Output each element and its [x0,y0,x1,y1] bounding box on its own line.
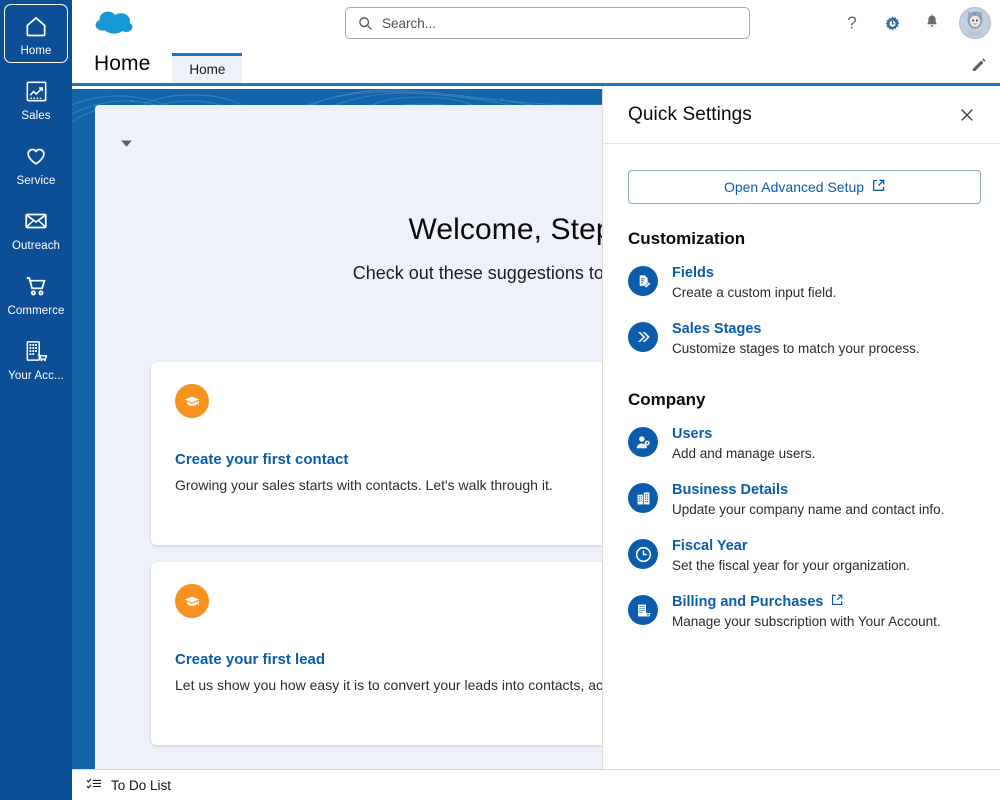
chart-trend-icon [22,77,50,105]
item-description: Update your company name and contact inf… [672,502,944,517]
shopping-cart-icon [22,272,50,300]
item-title: Fiscal Year [672,538,910,554]
quick-settings-body: Open Advanced Setup Customization [603,144,1000,638]
sidebar-item-home[interactable]: Home [4,4,68,63]
app-name: Home [94,52,150,76]
item-title: Business Details [672,482,944,498]
sidebar-item-label: Commerce [7,305,64,317]
help-icon[interactable]: ? [839,10,865,36]
item-description: Customize stages to match your process. [672,341,920,356]
clock-icon [628,539,658,569]
user-add-icon [628,427,658,457]
quick-settings-item-billing-and-purchases[interactable]: Billing and Purchases Manage your subscr… [628,582,980,638]
sidebar-item-label: Your Acc... [8,370,64,382]
double-chevron-icon [628,322,658,352]
field-edit-icon [628,266,658,296]
item-title: Billing and Purchases [672,594,941,610]
chevron-down-icon[interactable] [118,135,134,151]
quick-settings-item-sales-stages[interactable]: Sales Stages Customize stages to match y… [628,309,980,365]
checklist-icon [86,776,102,795]
item-description: Create a custom input field. [672,285,836,300]
quick-settings-item-fields[interactable]: Fields Create a custom input field. [628,253,980,309]
section-title-company: Company [628,390,980,410]
utility-item-to-do-list[interactable]: To Do List [86,776,171,795]
building-cart-icon [22,337,50,365]
tab-home[interactable]: Home [172,53,242,83]
search-icon [358,16,373,31]
setup-gear-icon[interactable] [879,10,905,36]
heart-icon [22,142,50,170]
item-description: Add and manage users. [672,446,815,461]
sidebar-item-label: Outreach [12,240,60,252]
tab-bar: Home Home [72,46,1000,86]
section-title-customization: Customization [628,229,980,249]
item-title: Sales Stages [672,321,920,337]
utility-item-label: To Do List [111,778,171,793]
svg-text:?: ? [847,13,857,33]
close-icon[interactable] [956,104,978,126]
sidebar-item-your-account[interactable]: Your Acc... [4,329,68,388]
salesforce-cloud-logo[interactable] [91,6,139,40]
quick-settings-item-users[interactable]: Users Add and manage users. [628,414,980,470]
sidebar-item-label: Sales [21,110,50,122]
item-title: Fields [672,265,836,281]
search-input[interactable]: Search... [345,7,750,39]
tab-label: Home [189,62,225,77]
advanced-setup-label: Open Advanced Setup [724,179,864,195]
panel-title: Quick Settings [628,104,956,126]
sidebar-item-service[interactable]: Service [4,134,68,193]
external-link-icon [831,594,843,610]
building-cart-icon [628,595,658,625]
sidebar-item-label: Home [20,45,51,57]
open-advanced-setup-button[interactable]: Open Advanced Setup [628,170,981,204]
item-description: Manage your subscription with Your Accou… [672,614,941,629]
quick-settings-item-fiscal-year[interactable]: Fiscal Year Set the fiscal year for your… [628,526,980,582]
pencil-icon[interactable] [968,55,988,75]
quick-settings-panel: Quick Settings Open Advanced Setup Custo… [602,86,1000,769]
envelope-icon [22,207,50,235]
search-placeholder: Search... [382,16,436,31]
notifications-bell-icon[interactable] [919,10,945,36]
global-header: Search... ? [72,0,1000,46]
home-icon [22,12,50,40]
quick-settings-item-business-details[interactable]: Business Details Update your company nam… [628,470,980,526]
external-link-icon [872,179,885,195]
item-title: Users [672,426,815,442]
sidebar-item-outreach[interactable]: Outreach [4,199,68,258]
global-search[interactable]: Search... [345,7,750,39]
graduation-cap-icon [175,384,209,418]
sidebar-item-commerce[interactable]: Commerce [4,264,68,323]
app-nav-rail: Home Sales Service [0,0,72,800]
building-icon [628,483,658,513]
sidebar-item-sales[interactable]: Sales [4,69,68,128]
graduation-cap-icon [175,584,209,618]
item-description: Set the fiscal year for your organizatio… [672,558,910,573]
sidebar-item-label: Service [16,175,55,187]
avatar[interactable] [959,7,991,39]
header-actions: ? [839,0,991,46]
utility-bar: To Do List [72,769,1000,800]
salesforce-app-window: Home Sales Service [0,0,1000,800]
quick-settings-header: Quick Settings [603,86,1000,144]
